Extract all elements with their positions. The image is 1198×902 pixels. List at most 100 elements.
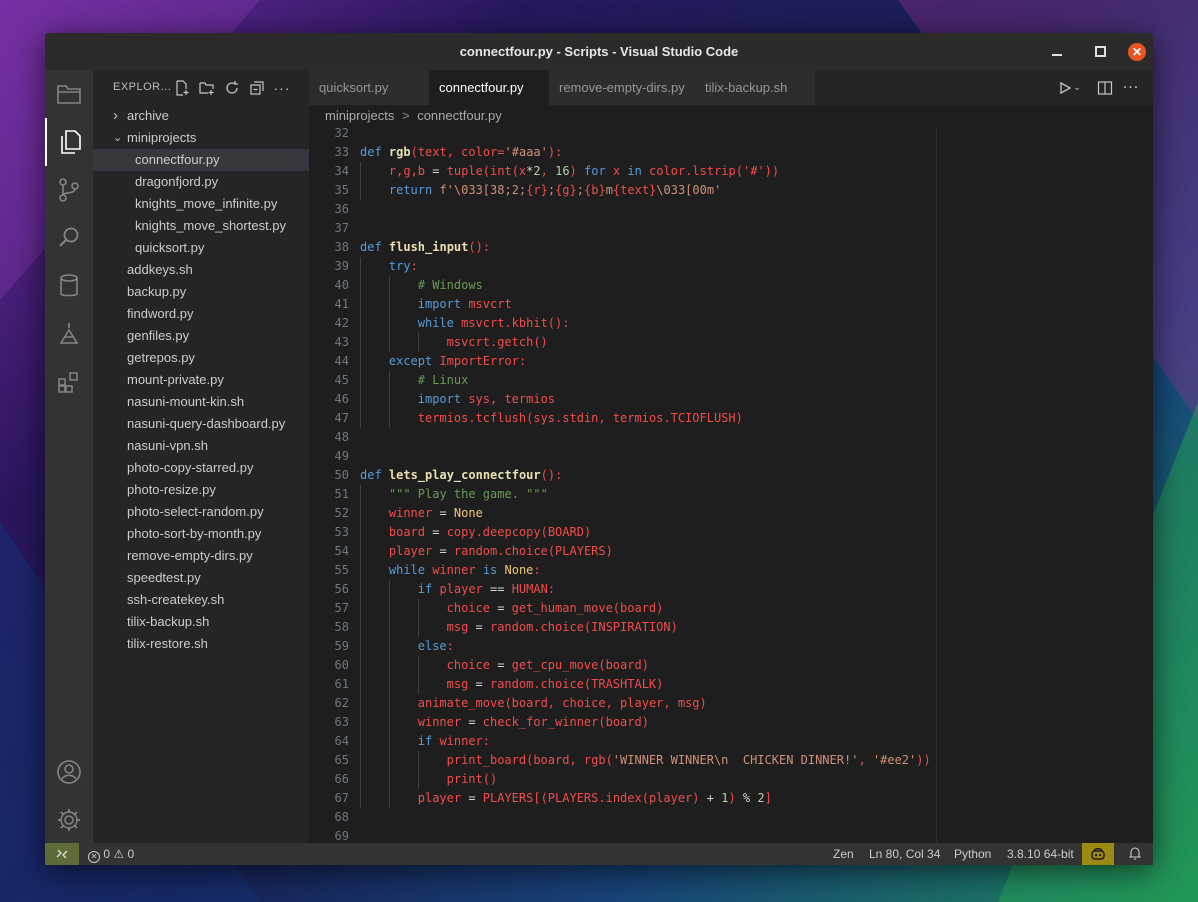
activity-item-search[interactable] [45,214,93,262]
python-interpreter[interactable]: 3.8.10 64-bit [1007,843,1074,865]
breadcrumb-folder[interactable]: miniprojects [325,108,394,123]
indent-guide [388,599,390,618]
indent-guide [417,656,419,675]
activity-item-extensions[interactable] [45,358,93,406]
remote-button[interactable] [45,843,79,865]
code-text: player = random.choice(PLAYERS) [389,542,613,561]
tree-file[interactable]: knights_move_infinite.py [93,193,309,215]
language-mode[interactable]: Python [954,843,991,865]
code-token: is [482,563,505,577]
code-token: rgb [388,145,411,159]
breadcrumb-file[interactable]: connectfour.py [417,108,502,123]
code-editor[interactable]: 32 33 def rgb(text, color='#aaa'): 34 r,g,b … [309,127,1153,843]
tree-folder[interactable]: › archive [93,105,309,127]
notifications-button[interactable] [1125,843,1145,865]
explorer-more-button[interactable]: ··· [273,79,291,97]
code-text: except ImportError: [389,352,526,371]
maximize-button[interactable] [1085,33,1115,70]
refresh-icon [226,81,238,94]
tree-item-label: photo-copy-starred.py [127,460,254,475]
tree-file[interactable]: speedtest.py [93,567,309,589]
code-token: print_board(board, rgb( [446,753,613,767]
tree-file[interactable]: nasuni-vpn.sh [93,435,309,457]
code-token: flush_input [388,240,469,254]
code-token: choice [446,658,498,672]
editor-more-button[interactable]: ··· [1121,78,1141,98]
tree-file[interactable]: genfiles.py [93,325,309,347]
editor-tab[interactable]: tilix-backup.sh [695,70,815,105]
activity-item-database[interactable] [45,262,93,310]
tree-file[interactable]: mount-private.py [93,369,309,391]
tree-item-label: nasuni-mount-kin.sh [127,394,245,409]
tree-file[interactable]: nasuni-mount-kin.sh [93,391,309,413]
tree-file[interactable]: photo-select-random.py [93,501,309,523]
indent-guide [417,599,419,618]
code-token: ] [764,791,772,805]
tree-file[interactable]: backup.py [93,281,309,303]
code-token: ): [547,145,563,159]
editor-tab[interactable]: remove-empty-dirs.py [549,70,695,105]
code-token: player [439,582,491,596]
code-text: choice = get_human_move(board) [447,599,664,618]
database-icon [60,274,78,297]
activity-item-source-control[interactable] [45,166,93,214]
line-number: 36 [334,202,349,216]
cursor-position[interactable]: Ln 80, Col 34 [869,843,940,865]
line-number: 56 [334,582,349,596]
tree-file[interactable]: findword.py [93,303,309,325]
code-line: 42 while msvcrt.kbhit(): [309,314,1153,333]
activity-item-accounts[interactable] [45,748,93,796]
tree-file[interactable]: photo-resize.py [93,479,309,501]
new-file-button[interactable] [173,79,191,97]
close-button[interactable]: ✕ [1122,33,1152,70]
code-token: HUMAN [511,582,548,596]
tree-file[interactable]: ssh-createkey.sh [93,589,309,611]
line-number: 49 [334,449,349,463]
indent-guide [388,751,390,770]
tree-file[interactable]: nasuni-query-dashboard.py [93,413,309,435]
run-dropdown-button[interactable]: ⌄ [1071,78,1083,98]
activity-item-folder[interactable] [45,70,93,118]
tree-file[interactable]: getrepos.py [93,347,309,369]
tree-file[interactable]: tilix-backup.sh [93,611,309,633]
indent-guide [360,276,361,295]
code-text: animate_move(board, choice, player, msg) [418,694,707,713]
zen-mode-item[interactable]: Zen [833,843,854,865]
code-token: = [468,791,483,805]
tree-file[interactable]: photo-sort-by-month.py [93,523,309,545]
activity-item-explorer[interactable] [45,118,93,166]
code-token: = [497,658,512,672]
tree-file[interactable]: photo-copy-starred.py [93,457,309,479]
code-token: copy.deepcopy(BOARD) [446,525,592,539]
tree-file[interactable]: addkeys.sh [93,259,309,281]
new-folder-button[interactable] [198,79,216,97]
problems-indicator[interactable]: ✕ 0 ⚠ 0 [88,843,134,865]
source-control-icon [59,178,79,202]
minimize-button[interactable] [1042,33,1072,70]
collapse-all-button[interactable] [248,79,266,97]
code-line: 57 choice = get_human_move(board) [309,599,1153,618]
tree-file[interactable]: remove-empty-dirs.py [93,545,309,567]
refresh-button[interactable] [223,79,241,97]
tree-file[interactable]: quicksort.py [93,237,309,259]
code-token: {g} [555,183,577,197]
split-editor-button[interactable] [1095,78,1115,98]
indent-guide [360,257,361,276]
editor-tab[interactable]: quicksort.py [309,70,429,105]
copilot-button[interactable] [1082,843,1114,865]
editor-tab[interactable]: connectfour.py [429,70,549,105]
tree-folder[interactable]: ⌄ miniprojects [93,127,309,149]
activity-item-settings[interactable] [45,796,93,844]
tree-file[interactable]: dragonfjord.py [93,171,309,193]
code-token: def [360,145,389,159]
activity-bar [45,70,93,843]
tree-file[interactable]: tilix-restore.sh [93,633,309,655]
error-icon: ✕ [88,851,100,863]
indent-guide [360,599,361,618]
indent-guide [360,523,361,542]
tree-file[interactable]: knights_move_shortest.py [93,215,309,237]
code-text: if player == HUMAN: [418,580,555,599]
tree-file[interactable]: connectfour.py [93,149,309,171]
code-token: = [439,544,454,558]
activity-item-testing[interactable] [45,310,93,358]
